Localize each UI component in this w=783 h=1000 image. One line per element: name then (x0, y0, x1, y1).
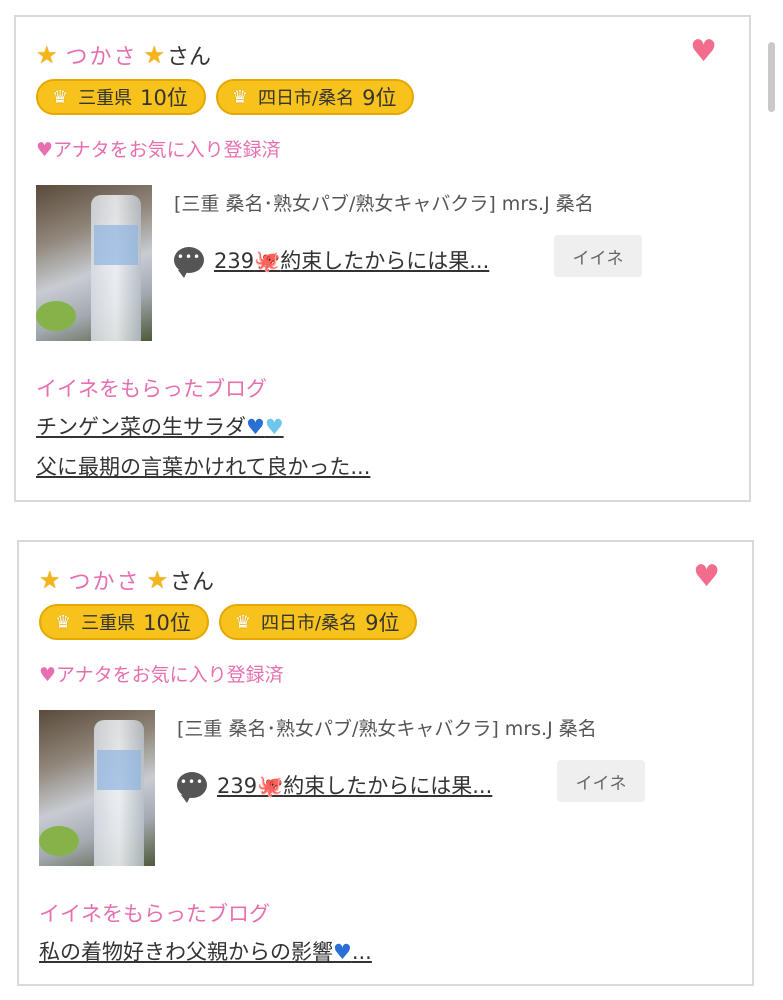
badge-area: 三重県 (78, 88, 133, 109)
blue-heart-emoji: ♥ (333, 940, 352, 964)
badge-rank: 9位 (362, 86, 397, 110)
page-scrollbar[interactable] (768, 42, 775, 112)
ranking-badge[interactable]: ♛ 四日市/桑名 9位 (215, 79, 415, 115)
octopus-emoji: 🐙 (257, 774, 284, 798)
blog-title: 約束したからには果... (283, 774, 493, 798)
comment-bubble-icon: ••• (174, 247, 204, 278)
liked-blog-link[interactable]: 父に最期の言葉かけれて良かった... (36, 451, 370, 481)
badge-rank: 9位 (365, 611, 400, 635)
liked-blog-ellipsis: ... (351, 940, 372, 964)
user-name[interactable]: つかさ (66, 39, 138, 71)
crown-icon: ♛ (52, 86, 69, 108)
favorite-status: ♥アナタをお気に入り登録済 (39, 664, 284, 686)
star-icon: ★ (36, 41, 58, 69)
ranking-badges: ♛ 三重県 10位 ♛ 四日市/桑名 9位 (36, 79, 415, 115)
liked-blogs-list: チンゲン菜の生サラダ♥♥ 父に最期の言葉かけれて良かった... (36, 411, 370, 491)
badge-area: 四日市/桑名 (261, 613, 358, 634)
favorite-heart-icon[interactable]: ♥ (693, 562, 720, 592)
crown-icon: ♛ (231, 86, 249, 108)
liked-blog-title: チンゲン菜の生サラダ (36, 415, 246, 439)
favorite-status: ♥アナタをお気に入り登録済 (36, 139, 281, 161)
ranking-badge[interactable]: ♛ 三重県 10位 (39, 604, 209, 640)
iine-button[interactable]: イイネ (554, 235, 642, 277)
liked-blog-link[interactable]: 私の着物好きわ父親からの影響♥... (39, 936, 372, 966)
blue-heart-emoji: ♥ (246, 415, 265, 439)
iine-button[interactable]: イイネ (557, 760, 645, 802)
liked-blogs-heading: イイネをもらったブログ (39, 902, 270, 926)
liked-blog-link[interactable]: チンゲン菜の生サラダ♥♥ (36, 411, 370, 441)
latest-blog-link[interactable]: 239🐙約束したからには果... (214, 245, 489, 275)
user-name-row: ★ つかさ ★ さん (39, 564, 214, 596)
honorific: さん (170, 570, 215, 595)
badge-rank: 10位 (140, 86, 188, 110)
octopus-emoji: 🐙 (254, 249, 281, 273)
star-icon: ★ (143, 41, 166, 69)
shop-name: [三重 桑名･熟女パブ/熟女キャバクラ] mrs.J 桑名 (174, 193, 594, 215)
latest-blog-link[interactable]: 239🐙約束したからには果... (217, 770, 492, 800)
shop-name: [三重 桑名･熟女パブ/熟女キャバクラ] mrs.J 桑名 (177, 718, 597, 740)
user-name[interactable]: つかさ (69, 564, 141, 596)
comment-bubble-icon: ••• (177, 772, 207, 803)
ranking-badge[interactable]: ♛ 四日市/桑名 9位 (218, 604, 418, 640)
star-icon: ★ (39, 566, 61, 594)
blog-thumbnail[interactable] (39, 710, 155, 866)
crown-icon: ♛ (55, 611, 72, 633)
ranking-badges: ♛ 三重県 10位 ♛ 四日市/桑名 9位 (39, 604, 418, 640)
favorite-heart-icon[interactable]: ♥ (690, 37, 717, 67)
liked-blogs-list: 私の着物好きわ父親からの影響♥... (39, 936, 372, 976)
liked-blog-title: 私の着物好きわ父親からの影響 (39, 940, 333, 964)
latest-blog-row: ••• 239🐙約束したからには果... (174, 245, 489, 278)
honorific: さん (167, 45, 212, 70)
badge-rank: 10位 (143, 611, 191, 635)
user-card: ★ つかさ ★ さん ♥ ♛ 三重県 10位 ♛ 四日市/桑名 9位 ♥アナタを… (17, 540, 754, 986)
blog-thumbnail[interactable] (36, 185, 152, 341)
star-icon: ★ (146, 566, 169, 594)
blog-count: 239 (214, 249, 255, 273)
ranking-badge[interactable]: ♛ 三重県 10位 (36, 79, 206, 115)
liked-blog-title: 父に最期の言葉かけれて良かった... (36, 455, 371, 479)
badge-area: 四日市/桑名 (258, 88, 355, 109)
user-name-row: ★ つかさ ★ さん (36, 39, 211, 71)
badge-area: 三重県 (81, 613, 136, 634)
latest-blog-row: ••• 239🐙約束したからには果... (177, 770, 492, 803)
light-blue-heart-emoji: ♥ (264, 415, 284, 439)
crown-icon: ♛ (234, 611, 252, 633)
liked-blogs-heading: イイネをもらったブログ (36, 377, 267, 401)
user-card: ★ つかさ ★ さん ♥ ♛ 三重県 10位 ♛ 四日市/桑名 9位 ♥アナタを… (14, 15, 751, 502)
blog-count: 239 (217, 774, 258, 798)
blog-title: 約束したからには果... (280, 249, 490, 273)
